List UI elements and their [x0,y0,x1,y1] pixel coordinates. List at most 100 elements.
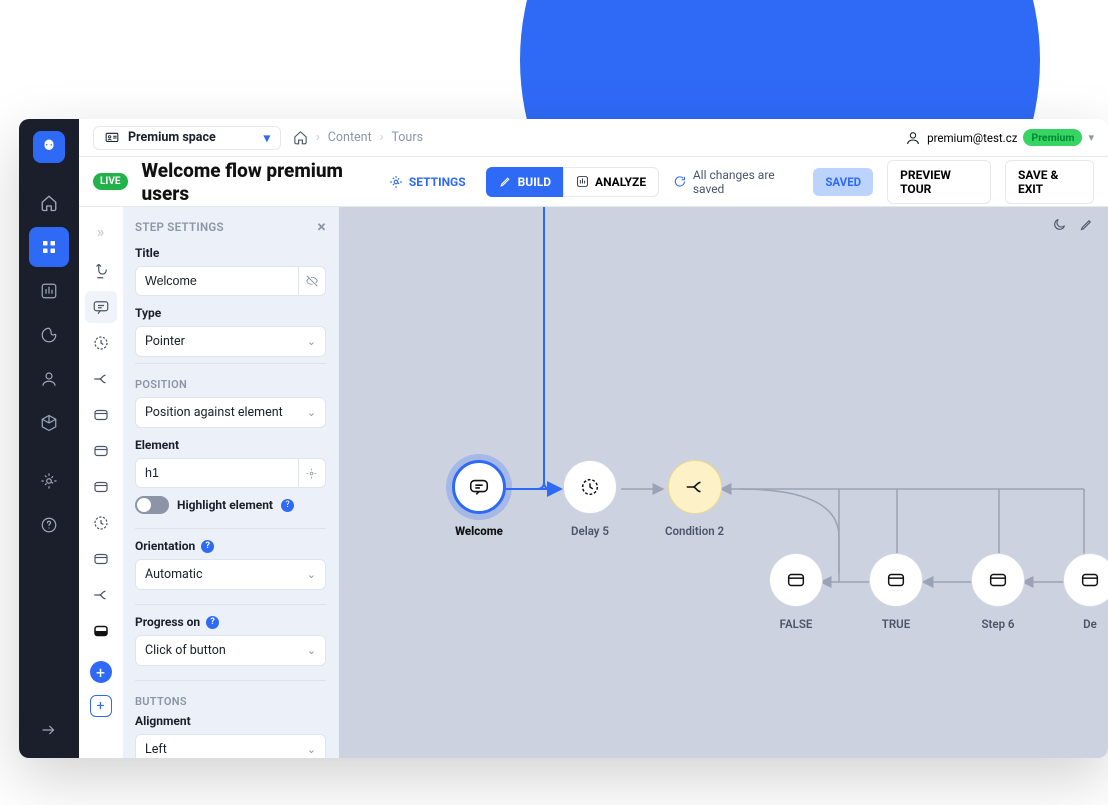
preview-label: PREVIEW TOUR [900,168,978,196]
edit-canvas[interactable] [1079,217,1094,236]
saved-badge: SAVED [813,168,873,196]
breadcrumb: › Content › Tours [293,130,423,145]
element-label: Element [135,438,326,452]
step-tool-rail: » + + [79,207,123,758]
alignment-select[interactable]: Left ⌄ [135,734,326,758]
progress-select[interactable]: Click of button ⌄ [135,635,326,666]
title-input[interactable] [135,266,299,296]
plan-badge: Premium [1023,129,1082,146]
tool-modal-3[interactable] [85,471,117,503]
tool-modal-2[interactable] [85,435,117,467]
breadcrumb-sep: › [380,130,384,145]
progress-value: Click of button [145,643,226,658]
pencil-icon [1079,217,1094,232]
node-step6[interactable]: Step 6 [971,553,1025,631]
save-status-text: All changes are saved [693,168,800,196]
help-icon[interactable]: ? [281,499,294,512]
close-panel-button[interactable]: × [317,217,326,236]
orientation-label: Orientation ? [135,539,326,553]
tool-branch-2[interactable] [85,579,117,611]
gear-icon [389,175,403,189]
nav-settings[interactable] [29,461,69,501]
home-icon[interactable] [293,130,308,145]
dark-mode-toggle[interactable] [1052,217,1067,236]
add-frame-button[interactable]: + [90,695,112,717]
breadcrumb-content[interactable]: Content [328,130,372,145]
node-label: Condition 2 [665,524,724,538]
preview-button[interactable]: PREVIEW TOUR [887,160,991,204]
analyze-button[interactable]: ANALYZE [563,167,659,197]
nav-theme[interactable] [29,315,69,355]
node-de[interactable]: De [1063,553,1108,631]
user-icon [905,130,921,146]
step-settings-panel: STEP SETTINGS × Title Type Pointer ⌄ POS… [123,207,339,758]
nav-collapse[interactable] [29,710,69,750]
chevron-down-icon: ▾ [264,130,270,146]
node-condition[interactable]: Condition 2 [665,460,724,538]
target-icon [305,467,318,480]
nav-users[interactable] [29,359,69,399]
save-exit-button[interactable]: SAVE & EXIT [1005,160,1094,204]
node-delay[interactable]: Delay 5 [563,460,617,538]
tool-branch[interactable] [85,363,117,395]
pencil-icon [499,175,512,188]
tool-pointer[interactable] [85,255,117,287]
element-input[interactable] [135,458,299,488]
position-select[interactable]: Position against element ⌄ [135,397,326,428]
nav-insights[interactable] [29,271,69,311]
refresh-icon [673,174,687,189]
breadcrumb-sep: › [316,130,320,145]
progress-label: Progress on ? [135,615,326,629]
live-badge: LIVE [93,173,128,190]
add-step-button[interactable]: + [90,661,112,683]
node-label: Delay 5 [571,524,609,538]
node-label: TRUE [882,617,910,631]
flow-canvas[interactable]: Welcome Delay 5 Condition 2 [339,207,1108,758]
breadcrumb-bar: Premium space ▾ › Content › Tours premiu… [79,119,1108,157]
alignment-label: Alignment [135,714,326,728]
orientation-value: Automatic [145,567,203,582]
chevron-down-icon: ⌄ [307,406,316,419]
help-icon[interactable]: ? [201,540,214,553]
help-icon[interactable]: ? [206,616,219,629]
build-label: BUILD [518,175,551,189]
chevron-down-icon: ⌄ [307,335,316,348]
app-window: Premium space ▾ › Content › Tours premiu… [19,119,1108,758]
chart-icon [576,175,589,188]
settings-link[interactable]: SETTINGS [389,175,466,189]
mode-switch: BUILD ANALYZE [486,167,659,197]
visibility-toggle[interactable] [299,266,326,296]
type-label: Type [135,306,326,320]
nav-help[interactable] [29,505,69,545]
nav-apps[interactable] [29,227,69,267]
element-picker-button[interactable] [299,458,326,488]
collapse-panel[interactable]: » [85,215,117,247]
node-false[interactable]: FALSE [769,553,823,631]
page-title: Welcome flow premium users [142,159,375,205]
node-true[interactable]: TRUE [869,553,923,631]
chevron-down-icon: ⌄ [307,568,316,581]
tool-message[interactable] [85,291,117,323]
panel-title: STEP SETTINGS [135,220,224,234]
build-button[interactable]: BUILD [486,167,563,197]
account-area: premium@test.cz Premium ▾ [905,129,1094,146]
space-selector[interactable]: Premium space ▾ [93,126,281,150]
orientation-select[interactable]: Automatic ⌄ [135,559,326,590]
nav-packages[interactable] [29,403,69,443]
tool-modal-4[interactable] [85,543,117,575]
tool-window-dark[interactable] [85,615,117,647]
breadcrumb-tours[interactable]: Tours [391,130,423,145]
tool-delay[interactable] [85,327,117,359]
account-email: premium@test.cz [927,131,1017,145]
nav-home[interactable] [29,183,69,223]
node-welcome[interactable]: Welcome [452,460,506,538]
node-label: De [1083,617,1097,631]
type-select[interactable]: Pointer ⌄ [135,326,326,357]
analyze-label: ANALYZE [595,175,646,189]
node-label: Welcome [455,524,503,538]
highlight-toggle[interactable] [135,496,169,514]
position-value: Position against element [145,405,283,420]
tool-modal-1[interactable] [85,399,117,431]
tool-timer-2[interactable] [85,507,117,539]
account-menu-toggle[interactable]: ▾ [1088,131,1094,144]
